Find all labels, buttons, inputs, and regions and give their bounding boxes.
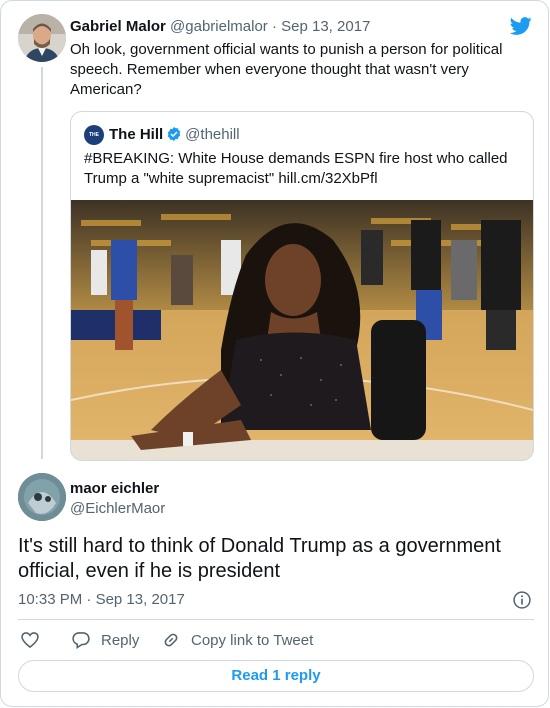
tweet-date: Sep 13, 2017 (95, 591, 185, 608)
like-button[interactable] (20, 629, 40, 651)
author-handle[interactable]: @EichlerMaor (70, 500, 165, 518)
author-handle[interactable]: @gabrielmalor (170, 18, 268, 35)
reply-icon (72, 632, 90, 649)
heart-icon (21, 632, 39, 649)
copy-link-button[interactable]: Copy link to Tweet (161, 629, 313, 651)
link-icon (164, 633, 178, 647)
meta-separator: · (86, 591, 92, 608)
parent-tweet-header: Gabriel Malor @gabrielmalor · Sep 13, 20… (70, 18, 370, 36)
read-replies-button[interactable]: Read 1 reply (18, 660, 534, 692)
tweet-embed-card: Gabriel Malor @gabrielmalor · Sep 13, 20… (0, 0, 549, 707)
tweet-time: 10:33 PM (18, 591, 83, 608)
verified-badge-icon (167, 127, 181, 141)
avatar[interactable] (18, 473, 66, 521)
quoted-tweet-header: The Hill @thehill (109, 125, 240, 145)
parent-tweet-text: Oh look, government official wants to pu… (70, 41, 503, 98)
quoted-tweet-image[interactable] (71, 200, 533, 460)
quoted-author-name: The Hill (109, 126, 164, 143)
avatar[interactable] (18, 14, 66, 62)
quoted-author-handle: @thehill (185, 126, 240, 143)
quoted-tweet-text: #BREAKING: White House demands ESPN fire… (84, 150, 508, 187)
tweet-date[interactable]: Sep 13, 2017 (281, 18, 370, 35)
reply-button[interactable]: Reply (71, 629, 139, 651)
author-name[interactable]: Gabriel Malor (70, 18, 166, 35)
divider (18, 619, 534, 620)
info-icon[interactable] (512, 590, 532, 610)
tweet-text: It's still hard to think of Donald Trump… (18, 535, 501, 582)
twitter-logo-icon[interactable] (509, 15, 533, 37)
reply-label: Reply (101, 631, 140, 649)
copy-link-label: Copy link to Tweet (191, 631, 314, 649)
author-name[interactable]: maor eichler (70, 480, 159, 498)
quoted-tweet[interactable]: THE HILL The Hill @thehill #BREAKING: Wh… (70, 111, 534, 461)
thread-line (41, 67, 43, 459)
meta-separator: · (271, 18, 277, 35)
quoted-avatar: THE HILL (84, 125, 104, 158)
tweet-timestamp[interactable]: 10:33 PM · Sep 13, 2017 (18, 591, 185, 609)
